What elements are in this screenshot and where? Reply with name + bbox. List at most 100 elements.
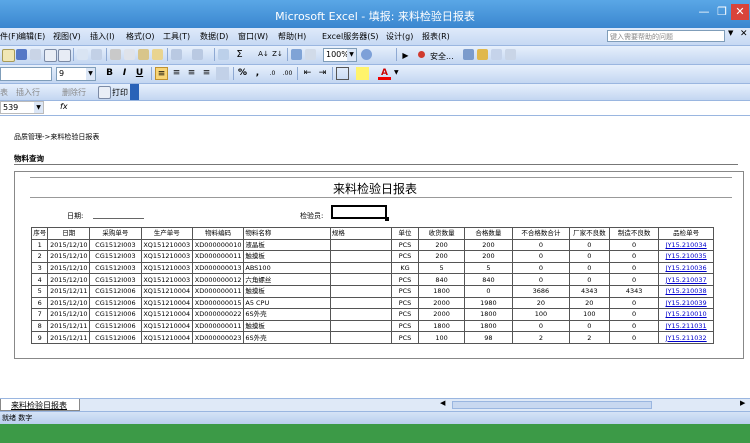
inspection-link[interactable]: JY15.211032: [666, 334, 707, 342]
cell[interactable]: JY15.210010: [658, 308, 714, 321]
cell[interactable]: CG1512I006: [89, 319, 142, 333]
cell[interactable]: [329, 319, 392, 333]
cell[interactable]: JY15.210035: [658, 250, 714, 263]
percent-button[interactable]: %: [236, 67, 249, 80]
cell[interactable]: 1800: [418, 319, 465, 333]
print-preview-icon[interactable]: [58, 49, 71, 62]
borders-icon[interactable]: [336, 67, 349, 80]
cut-icon[interactable]: [110, 49, 121, 60]
cell[interactable]: 2000: [418, 296, 465, 310]
cell[interactable]: 2015/12/10: [47, 238, 91, 252]
cell[interactable]: A5 CPU: [243, 296, 331, 310]
cell[interactable]: CG1512I006: [89, 296, 142, 310]
cell[interactable]: 0: [568, 319, 610, 333]
cell[interactable]: XD000000011: [191, 319, 245, 333]
cell[interactable]: XQ151210004: [140, 319, 193, 333]
cell[interactable]: XD000000010: [191, 238, 245, 252]
cell[interactable]: XD000000013: [191, 261, 245, 275]
cell[interactable]: PCS: [390, 319, 420, 333]
cell[interactable]: [329, 238, 392, 252]
cell[interactable]: 4343: [608, 284, 660, 298]
help-search-input[interactable]: 键入需要帮助的问题: [607, 30, 725, 42]
minimize-button[interactable]: —: [695, 4, 713, 20]
cell[interactable]: PCS: [390, 296, 420, 310]
cell[interactable]: 0: [512, 238, 570, 252]
cell[interactable]: XD000000011: [191, 250, 245, 263]
close-workbook-icon[interactable]: ✕: [740, 29, 748, 39]
cell[interactable]: 4: [30, 273, 49, 286]
cell[interactable]: PCS: [390, 250, 420, 263]
cell[interactable]: XQ151210004: [140, 331, 193, 344]
cell[interactable]: 5: [30, 284, 49, 298]
cell[interactable]: ABS100: [243, 261, 331, 275]
comma-button[interactable]: ,: [251, 67, 264, 80]
cell[interactable]: 6S外壳: [243, 308, 331, 321]
cell[interactable]: 2015/12/10: [47, 308, 91, 321]
cell[interactable]: 5: [418, 261, 465, 275]
format-painter-icon[interactable]: [152, 49, 163, 60]
table-row[interactable]: 3 2015/12/10 CG1512I003 XQ151210003 XD00…: [30, 261, 714, 275]
fx-icon[interactable]: fx: [60, 102, 68, 111]
cell[interactable]: 200: [418, 250, 465, 263]
cell[interactable]: 2015/12/10: [47, 261, 91, 275]
cell[interactable]: JY15.211031: [658, 319, 714, 333]
cell[interactable]: CG1512I006: [89, 308, 142, 321]
help-dropdown-icon[interactable]: ▼: [728, 29, 733, 37]
menu-design[interactable]: 设计(g): [386, 31, 413, 42]
cell[interactable]: [329, 273, 392, 286]
font-name-select[interactable]: [0, 67, 52, 81]
cell[interactable]: [329, 296, 392, 310]
cell[interactable]: 2015/12/11: [47, 319, 91, 333]
name-box[interactable]: 539 ▼: [0, 101, 44, 114]
cell[interactable]: 840: [418, 273, 465, 286]
redo-icon[interactable]: [192, 49, 203, 60]
cell[interactable]: 0: [463, 284, 514, 298]
cell[interactable]: PCS: [390, 284, 420, 298]
inspection-link[interactable]: JY15.211031: [666, 322, 707, 330]
cell[interactable]: JY15.210036: [658, 261, 714, 275]
toolbox-icon[interactable]: [477, 49, 488, 60]
cell[interactable]: 0: [568, 273, 610, 286]
table-row[interactable]: 8 2015/12/11 CG1512I006 XQ151210004 XD00…: [30, 319, 714, 333]
cell[interactable]: CG1512I003: [89, 273, 142, 286]
cell[interactable]: 200: [463, 238, 514, 252]
autosum-icon[interactable]: Σ: [234, 49, 245, 60]
cell[interactable]: 100: [568, 308, 610, 321]
table-row[interactable]: 1 2015/12/10 CG1512I003 XQ151210003 XD00…: [30, 238, 714, 252]
cell[interactable]: 8: [30, 319, 49, 333]
cell[interactable]: 触摸板: [243, 319, 331, 333]
cell[interactable]: 2015/12/10: [47, 273, 91, 286]
menu-data[interactable]: 数据(D): [200, 31, 228, 42]
cell[interactable]: [329, 331, 392, 344]
print-icon[interactable]: [98, 86, 111, 99]
sort-descending-icon[interactable]: Z↓: [272, 49, 283, 60]
cell[interactable]: 1800: [463, 319, 514, 333]
cell[interactable]: 0: [568, 238, 610, 252]
cell[interactable]: 20: [512, 296, 570, 310]
cell[interactable]: 0: [608, 273, 660, 286]
table-row[interactable]: 4 2015/12/10 CG1512I003 XQ151210003 XD00…: [30, 273, 714, 286]
date-input[interactable]: [93, 212, 144, 219]
table-row[interactable]: 5 2015/12/11 CG1512I006 XQ151210004 XD00…: [30, 284, 714, 298]
inspection-link[interactable]: JY15.210038: [666, 287, 707, 295]
inspection-link[interactable]: JY15.210034: [666, 241, 707, 249]
cell[interactable]: 5: [463, 261, 514, 275]
cell[interactable]: 20: [568, 296, 610, 310]
cell[interactable]: 1980: [463, 296, 514, 310]
cell[interactable]: 2015/12/11: [47, 331, 91, 344]
cell[interactable]: JY15.210034: [658, 238, 714, 252]
cell[interactable]: XQ151210003: [140, 273, 193, 286]
menu-tools[interactable]: 工具(T): [163, 31, 190, 42]
open-icon[interactable]: [2, 49, 15, 62]
copy-icon[interactable]: [124, 49, 135, 60]
cell[interactable]: XQ151210003: [140, 238, 193, 252]
cell[interactable]: 9: [30, 331, 49, 344]
align-left-icon[interactable]: ≡: [155, 67, 168, 80]
cell[interactable]: PCS: [390, 331, 420, 344]
cell[interactable]: XQ151210004: [140, 296, 193, 310]
cell[interactable]: XD000000011: [191, 284, 245, 298]
record-icon[interactable]: [418, 51, 425, 58]
cell[interactable]: PCS: [390, 273, 420, 286]
play-icon[interactable]: ▶: [400, 50, 411, 61]
cell[interactable]: 200: [463, 250, 514, 263]
